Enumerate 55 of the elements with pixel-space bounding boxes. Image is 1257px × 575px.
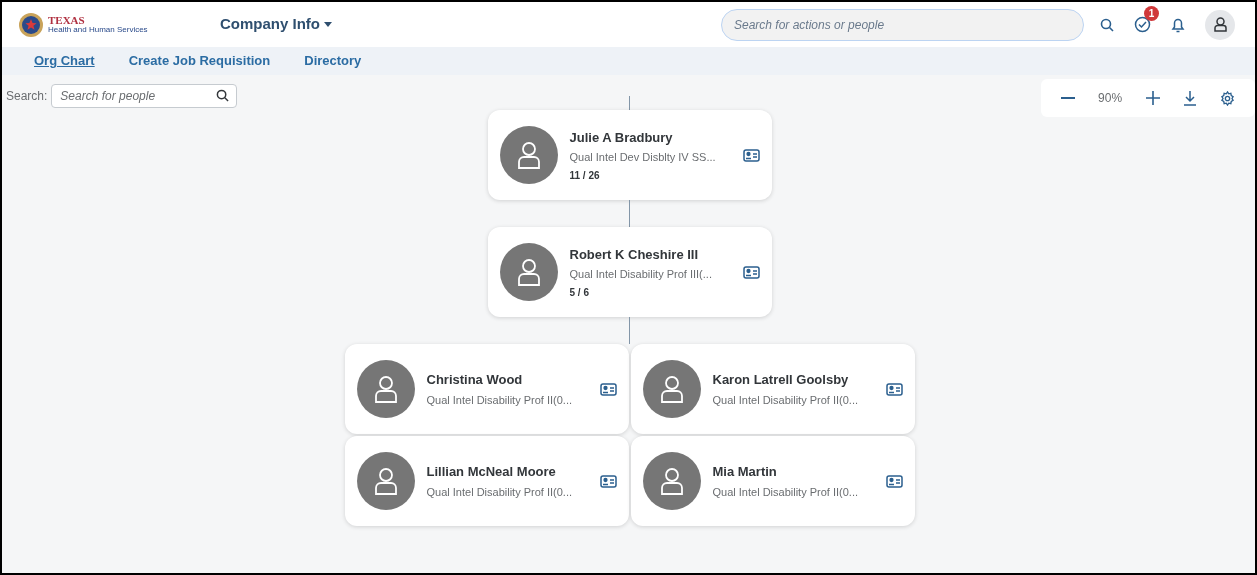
user-icon (1213, 17, 1227, 32)
app-menu[interactable]: Company Info (220, 13, 332, 36)
nav-tab[interactable]: Org Chart (34, 51, 95, 71)
zoom-level: 90% (1098, 90, 1123, 107)
contact-card-icon[interactable] (885, 382, 903, 396)
person-name: Robert K Cheshire III (569, 245, 700, 264)
report-count: 5 / 6 (569, 285, 590, 300)
job-title: Qual Intel Dev Disblty IV SS... (569, 150, 717, 165)
person-card[interactable]: Karon Latrell Goolsby Qual Intel Disability Prof II(0... (630, 344, 915, 434)
person-card[interactable]: Robert K Cheshire III Qual Intel Disability Prof III(... 5 / 6 (487, 227, 772, 317)
person-icon (658, 467, 685, 495)
person-icon (372, 467, 399, 495)
logo-title: TEXAS (48, 15, 86, 26)
nav-tab[interactable]: Create Job Requisition (128, 51, 271, 71)
person-card[interactable]: Christina Wood Qual Intel Disability Prof II(0... (344, 344, 629, 434)
contact-card-icon[interactable] (599, 474, 617, 488)
person-card[interactable]: Julie A Bradbury Qual Intel Dev Disblty IV SS... 11 / 26 (487, 110, 772, 200)
search-icon[interactable] (1100, 17, 1114, 32)
job-title: Qual Intel Disability Prof II(0... (712, 484, 859, 500)
person-name: Karon Latrell Goolsby (712, 371, 850, 389)
job-title: Qual Intel Disability Prof II(0... (426, 392, 573, 408)
person-name: Mia Martin (712, 463, 778, 481)
plus-icon[interactable] (1145, 91, 1160, 105)
logo-subtitle: Health and Human Services (48, 26, 148, 34)
minus-icon[interactable] (1060, 97, 1075, 99)
settings-icon[interactable] (1220, 90, 1236, 106)
person-icon (372, 375, 399, 403)
caret-icon (324, 22, 332, 27)
job-title: Qual Intel Disability Prof III(... (569, 267, 713, 282)
person-card[interactable]: Mia Martin Qual Intel Disability Prof II(0... (630, 436, 915, 526)
notification-count: 1 (1144, 6, 1159, 21)
seal-icon (18, 11, 44, 38)
global-search-field[interactable]: Search for actions or people (721, 8, 1084, 41)
nav-tab[interactable]: Directory (304, 51, 362, 71)
contact-card-icon[interactable] (742, 148, 760, 162)
contact-card-icon[interactable] (885, 474, 903, 488)
report-count: 11 / 26 (569, 168, 601, 183)
bell-icon[interactable] (1171, 16, 1185, 33)
person-name: Lillian McNeal Moore (426, 463, 557, 481)
person-card[interactable]: Lillian McNeal Moore Qual Intel Disability Prof II(0... (344, 436, 629, 526)
search-label: Search: (6, 87, 48, 105)
job-title: Qual Intel Disability Prof II(0... (426, 484, 573, 500)
person-icon (515, 141, 542, 169)
search-icon[interactable] (216, 89, 230, 102)
job-title: Qual Intel Disability Prof II(0... (712, 392, 859, 408)
contact-card-icon[interactable] (599, 382, 617, 396)
people-search-field[interactable]: Search for people (51, 84, 238, 108)
check-circle-icon[interactable] (1134, 16, 1151, 33)
user-avatar[interactable] (1205, 9, 1235, 40)
download-icon[interactable] (1182, 90, 1197, 106)
person-icon (658, 375, 685, 403)
person-name: Christina Wood (426, 371, 524, 389)
contact-card-icon[interactable] (742, 265, 760, 279)
person-name: Julie A Bradbury (569, 128, 674, 147)
person-icon (515, 258, 542, 286)
